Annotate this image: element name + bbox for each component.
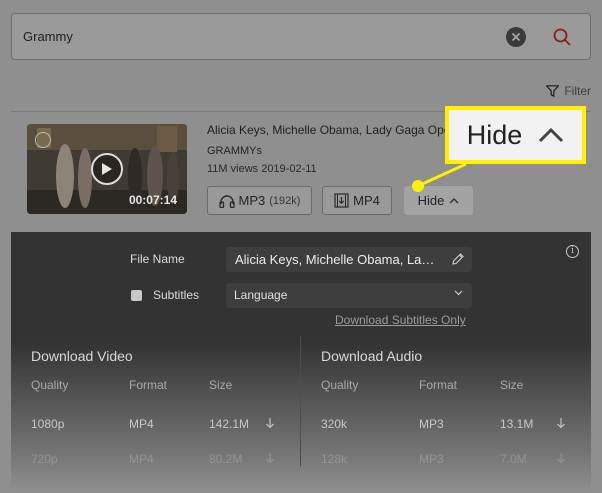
search-icon[interactable] bbox=[550, 25, 574, 49]
select-circle-icon[interactable] bbox=[35, 132, 51, 148]
mp4-button[interactable]: MP4 bbox=[322, 186, 392, 215]
chevron-down-icon bbox=[454, 290, 463, 296]
mp3-label: MP3 bbox=[238, 193, 266, 208]
channel-name[interactable]: GRAMMYs bbox=[207, 145, 262, 157]
section-divider bbox=[300, 336, 301, 466]
mp4-label: MP4 bbox=[353, 193, 380, 208]
video-meta: 11M views 2019-02-11 bbox=[207, 163, 317, 175]
mp3-button[interactable]: MP3 (192k) bbox=[207, 186, 312, 215]
hide-label: Hide bbox=[417, 193, 445, 208]
headphones-icon bbox=[218, 194, 235, 208]
callout-label: Hide bbox=[466, 119, 523, 150]
callout-chevron-up-icon bbox=[539, 127, 564, 143]
video-title[interactable]: Alicia Keys, Michelle Obama, Lady Gaga O… bbox=[207, 123, 462, 137]
video-row-size: 142.1M bbox=[209, 417, 250, 431]
video-quality-header: Quality bbox=[31, 378, 69, 392]
language-select[interactable]: Language bbox=[226, 283, 472, 308]
audio-row-format: MP3 bbox=[419, 452, 444, 466]
video-row-quality: 1080p bbox=[31, 417, 65, 431]
video-download-icon bbox=[334, 193, 349, 208]
download-panel: i File Name Alicia Keys, Michelle Obama,… bbox=[11, 232, 591, 493]
video-row-quality: 720p bbox=[31, 452, 58, 466]
audio-row-format: MP3 bbox=[419, 417, 444, 431]
download-video-title: Download Video bbox=[31, 348, 133, 364]
file-name-label: File Name bbox=[130, 252, 185, 266]
language-value: Language bbox=[234, 288, 288, 302]
audio-quality-header: Quality bbox=[321, 378, 359, 392]
video-size-header: Size bbox=[209, 378, 233, 392]
filter-label: Filter bbox=[564, 84, 591, 98]
hide-callout: Hide bbox=[445, 106, 586, 164]
chevron-up-icon bbox=[449, 198, 459, 204]
video-duration: 00:07:14 bbox=[128, 193, 177, 207]
video-format-header: Format bbox=[129, 378, 168, 392]
audio-row-size: 13.1M bbox=[500, 417, 534, 431]
audio-row-quality: 320k bbox=[321, 417, 348, 431]
file-name-value: Alicia Keys, Michelle Obama, Lady Gaga O… bbox=[235, 252, 440, 267]
video-thumbnail[interactable]: 00:07:14 bbox=[27, 124, 187, 214]
video-row-format: MP4 bbox=[129, 452, 154, 466]
play-icon[interactable] bbox=[91, 153, 123, 185]
download-subtitles-link[interactable]: Download Subtitles Only bbox=[335, 313, 466, 327]
mp3-bitrate: (192k) bbox=[269, 194, 301, 207]
video-row-format: MP4 bbox=[129, 417, 154, 431]
filter-icon bbox=[546, 85, 560, 97]
audio-format-header: Format bbox=[419, 378, 458, 392]
download-audio-title: Download Audio bbox=[321, 348, 423, 364]
audio-row-quality: 128k bbox=[321, 452, 348, 466]
search-bar: Grammy bbox=[11, 13, 591, 60]
audio-row-size: 7.0M bbox=[500, 452, 527, 466]
video-row-size: 80.2M bbox=[209, 452, 243, 466]
download-arrow-icon[interactable] bbox=[556, 417, 566, 429]
search-input[interactable]: Grammy bbox=[23, 29, 73, 44]
download-arrow-icon[interactable] bbox=[265, 417, 275, 429]
subtitles-checkbox[interactable] bbox=[131, 290, 142, 301]
hide-button[interactable]: Hide bbox=[404, 186, 473, 215]
audio-size-header: Size bbox=[500, 378, 524, 392]
subtitles-label: Subtitles bbox=[153, 288, 200, 302]
file-name-field[interactable]: Alicia Keys, Michelle Obama, Lady Gaga O… bbox=[226, 247, 472, 272]
clear-search-icon[interactable] bbox=[506, 27, 526, 47]
download-arrow-icon[interactable] bbox=[556, 452, 566, 464]
filter-button[interactable]: Filter bbox=[546, 84, 591, 98]
info-icon[interactable]: i bbox=[566, 245, 579, 258]
edit-icon[interactable] bbox=[451, 252, 465, 266]
download-arrow-icon[interactable] bbox=[265, 452, 275, 464]
